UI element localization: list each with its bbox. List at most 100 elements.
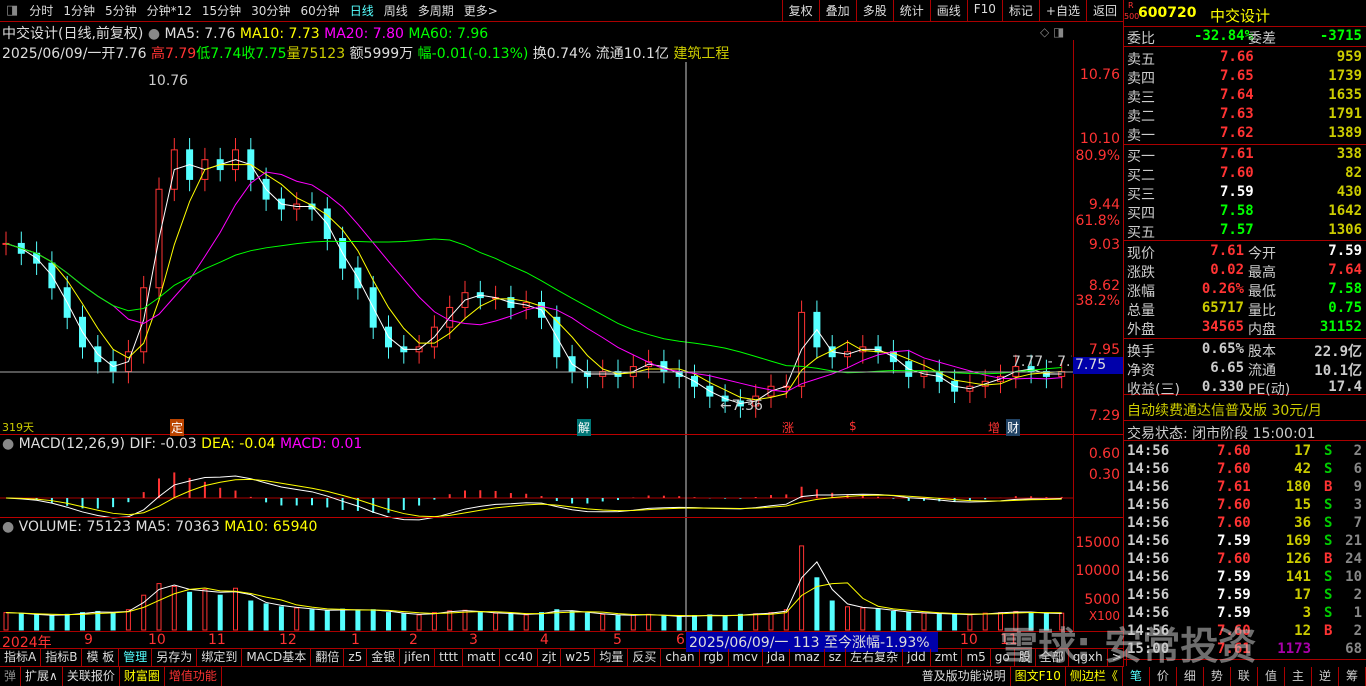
price-axis-label: 38.2% <box>1075 293 1120 309</box>
volume-ma-line <box>5 561 1062 617</box>
indicator-button[interactable]: 左右复杂 <box>846 649 904 666</box>
stat-row-cell: 涨幅 <box>1127 284 1155 300</box>
kline-chart[interactable] <box>0 0 1123 631</box>
indicator-button[interactable]: 另存为 <box>152 649 198 666</box>
bid-row-cell: 买四 <box>1127 206 1155 222</box>
volume-bar <box>493 612 499 631</box>
indicator-button[interactable]: jifen <box>400 649 436 666</box>
indicator-button[interactable]: jdd <box>903 649 931 666</box>
marker-zhang[interactable]: 涨 <box>781 419 795 436</box>
indicator-button[interactable]: 指标B <box>41 649 83 666</box>
promo-link[interactable]: 自动续费通达信普及版 30元/月 <box>1127 400 1322 420</box>
indicator-button[interactable]: jda <box>763 649 791 666</box>
bottom-button[interactable]: 财富圈 <box>120 667 165 686</box>
price-axis-label: 80.9% <box>1075 148 1120 164</box>
indicator-button[interactable]: 绑定到 <box>197 649 243 666</box>
indicator-button[interactable]: zjt <box>538 649 562 666</box>
indicator-button[interactable]: w25 <box>561 649 596 666</box>
bottom-button[interactable]: 普及版功能说明 <box>918 667 1011 686</box>
bottom-button[interactable]: 扩展∧ <box>21 667 63 686</box>
fin-row-cell: 0.330 <box>1201 379 1244 395</box>
tick-row-cell: 7.59 <box>1217 569 1251 585</box>
volume-bar <box>202 588 208 631</box>
indicator-button[interactable]: sz <box>825 649 847 666</box>
tick-row-cell: B <box>1324 479 1333 495</box>
indicator-button[interactable]: z5 <box>344 649 368 666</box>
stat-row-cell: 65717 <box>1201 300 1244 316</box>
indicator-button[interactable]: chan <box>661 649 700 666</box>
tick-row-cell: 14:56 <box>1127 515 1170 531</box>
date-label: 4 <box>540 632 549 648</box>
indicator-button[interactable]: maz <box>790 649 825 666</box>
volume-bar <box>952 613 958 631</box>
tick-row-cell: 7.59 <box>1217 587 1251 603</box>
volume-bar <box>921 612 927 631</box>
ask-row: 卖三 7.64 1635 <box>1124 87 1366 106</box>
volume-bar <box>829 600 835 631</box>
side-tab[interactable]: 值 <box>1258 667 1285 686</box>
indicator-button[interactable]: 均量 <box>595 649 629 666</box>
price-axis-label: 10.76 <box>1079 67 1120 83</box>
indicator-button[interactable]: tttt <box>435 649 463 666</box>
date-label: 12 <box>279 632 297 648</box>
days-label: 319天 <box>2 421 34 434</box>
indicator-button[interactable]: matt <box>463 649 501 666</box>
marker-jie[interactable]: 解 <box>577 419 592 436</box>
dropdown-icon[interactable]: ● <box>2 436 14 452</box>
marker-zeng[interactable]: 增 <box>987 419 1001 436</box>
ask-row-cell: 7.64 <box>1220 87 1254 103</box>
marker-ding[interactable]: 定 <box>170 419 185 436</box>
bid-row: 买三 7.59 430 <box>1124 184 1366 203</box>
ask-row-cell: 7.65 <box>1220 68 1254 84</box>
tick-row: 14:56 7.60 36 S 7 <box>1124 515 1366 534</box>
bid-row-cell: 338 <box>1336 146 1362 162</box>
tick-row-cell: 15 <box>1294 497 1311 513</box>
fin-row-cell: 17.4 <box>1328 379 1362 395</box>
marker-dollar[interactable]: $ <box>848 419 858 433</box>
bottom-button[interactable]: 关联报价 <box>63 667 120 686</box>
tick-row-cell: 24 <box>1345 551 1362 567</box>
order-ratio-row-cell: -3715 <box>1319 28 1362 44</box>
indicator-button[interactable]: cc40 <box>500 649 538 666</box>
indicator-button[interactable]: 翻倍 <box>311 649 345 666</box>
indicator-button[interactable]: rgb <box>700 649 729 666</box>
tick-row-cell: 7.60 <box>1217 461 1251 477</box>
volume-bar <box>125 609 131 631</box>
indicator-button[interactable]: zmt <box>931 649 963 666</box>
volume-bar <box>600 613 606 631</box>
date-label: 2 <box>409 632 418 648</box>
stat-row-cell: 外盘 <box>1127 322 1155 338</box>
tick-row-cell: 68 <box>1345 641 1362 657</box>
indicator-button[interactable]: 管理 <box>119 649 153 666</box>
indicator-button[interactable]: 金银 <box>367 649 401 666</box>
marker-cai[interactable]: 财 <box>1006 419 1021 436</box>
bid-row-cell: 430 <box>1336 184 1362 200</box>
side-tab[interactable]: 筹 <box>1339 667 1366 686</box>
volume-bar <box>737 613 743 631</box>
indicator-button[interactable]: 模 板 <box>82 649 120 666</box>
tick-row-cell: 14:56 <box>1127 497 1170 513</box>
tick-row-cell: 17 <box>1294 443 1311 459</box>
indicator-button[interactable]: 指标A <box>0 649 42 666</box>
indicator-button[interactable]: mcv <box>729 649 763 666</box>
side-tab[interactable]: 逆 <box>1312 667 1339 686</box>
ask-row-cell: 7.63 <box>1220 106 1254 122</box>
toggle-switch[interactable]: 弹 <box>0 667 22 686</box>
side-tab[interactable]: 主 <box>1285 667 1312 686</box>
bid-row-cell: 1306 <box>1328 222 1362 238</box>
volume-bar <box>508 613 514 631</box>
bottom-button[interactable]: 增值功能 <box>165 667 222 686</box>
tick-row-cell: 7.61 <box>1217 479 1251 495</box>
indicator-button[interactable]: 反买 <box>628 649 662 666</box>
stat-row: 外盘 34565 内盘 31152 <box>1124 319 1366 338</box>
dropdown-icon[interactable]: ● <box>2 519 14 535</box>
order-ratio-row: 委比 -32.84% 委差 -3715 <box>1124 28 1366 47</box>
fin-row: 净资 6.65 流通 10.1亿 <box>1124 360 1366 379</box>
vol-axis-label: 5000 <box>1084 592 1120 608</box>
indicator-button[interactable]: MACD基本 <box>242 649 312 666</box>
stat-row-cell: 7.64 <box>1328 262 1362 278</box>
volume-bar <box>768 612 774 631</box>
indicator-button[interactable]: m5 <box>962 649 991 666</box>
bid-row: 买二 7.60 82 <box>1124 165 1366 184</box>
